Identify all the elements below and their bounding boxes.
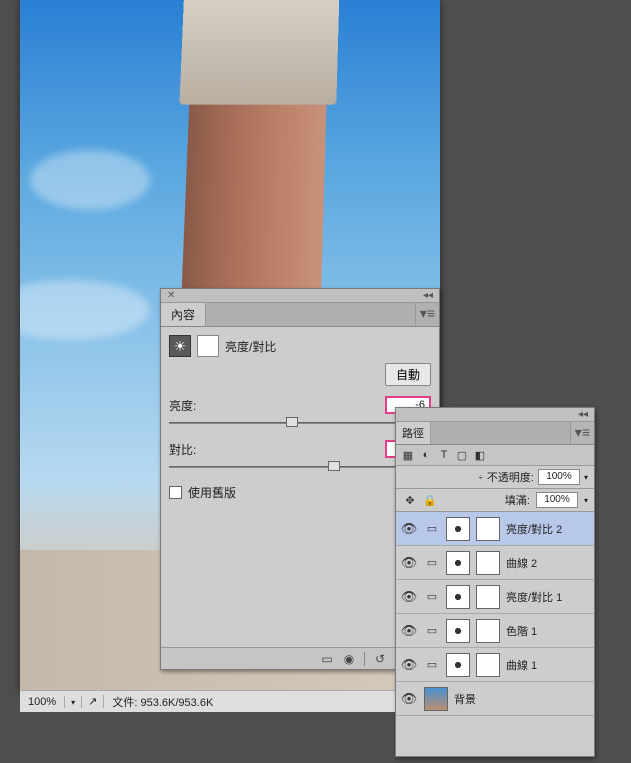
layer-name[interactable]: 曲線 2 — [506, 555, 590, 571]
footer-view-icon[interactable]: ◉ — [340, 651, 358, 667]
opacity-label: 不透明度: — [487, 469, 534, 485]
adjustment-thumb — [446, 517, 470, 541]
layers-panel: ◂◂ 路徑 ▾≡ ▦ ◐ T ▢ ◧ ÷ 不透明度: 100% ▾ ✥ 🔒 填滿… — [395, 407, 595, 757]
lock-move-icon[interactable]: ✥ — [402, 492, 418, 508]
layer-list: 👁 ▭ 亮度/對比 2 👁 ▭ 曲線 2 👁 ▭ 亮度/對比 1 👁 ▭ 色階 1 👁 ▭ 曲線 1 👁 背景 — [396, 512, 594, 716]
layer-item[interactable]: 👁 背景 — [396, 682, 594, 716]
adjustment-thumb — [446, 585, 470, 609]
brightness-label: 亮度: — [169, 397, 196, 414]
footer-reset-icon[interactable]: ↺ — [371, 651, 389, 667]
status-dropdown[interactable]: ▾ — [65, 696, 82, 708]
filter-smart-icon[interactable]: ◧ — [472, 447, 488, 463]
layer-thumb — [424, 687, 448, 711]
tab-properties[interactable]: 內容 — [161, 303, 206, 326]
layer-item[interactable]: 👁 ▭ 亮度/對比 2 — [396, 512, 594, 546]
panel-grip[interactable]: ✕◂◂ — [161, 289, 439, 303]
layer-item[interactable]: 👁 ▭ 曲線 2 — [396, 546, 594, 580]
visibility-toggle[interactable]: 👁 — [400, 622, 418, 640]
tab-paths[interactable]: 路徑 — [396, 422, 431, 444]
visibility-toggle[interactable]: 👁 — [400, 690, 418, 708]
fill-label: 填滿: — [505, 492, 530, 508]
visibility-toggle[interactable]: 👁 — [400, 554, 418, 572]
status-share-icon[interactable]: ↗ — [82, 695, 104, 708]
visibility-toggle[interactable]: 👁 — [400, 520, 418, 538]
layer-name[interactable]: 亮度/對比 2 — [506, 521, 590, 537]
layer-item[interactable]: 👁 ▭ 亮度/對比 1 — [396, 580, 594, 614]
filter-adjust-icon[interactable]: ◐ — [418, 447, 434, 463]
filter-text-icon[interactable]: T — [436, 447, 452, 463]
layer-name[interactable]: 曲線 1 — [506, 657, 590, 673]
zoom-level[interactable]: 100% — [20, 696, 65, 708]
lock-all-icon[interactable]: 🔒 — [422, 492, 438, 508]
mask-icon[interactable] — [197, 335, 219, 357]
legacy-checkbox[interactable] — [169, 486, 182, 499]
mask-thumb[interactable] — [476, 517, 500, 541]
layers-grip[interactable]: ◂◂ — [396, 408, 594, 422]
brightness-slider[interactable] — [169, 416, 431, 430]
layer-name[interactable]: 色階 1 — [506, 623, 590, 639]
layer-filter-toolbar: ▦ ◐ T ▢ ◧ — [396, 445, 594, 466]
mask-thumb[interactable] — [476, 551, 500, 575]
mask-thumb[interactable] — [476, 585, 500, 609]
link-icon: ▭ — [424, 521, 440, 537]
contrast-slider[interactable] — [169, 460, 431, 474]
footer-clip-icon[interactable]: ▭ — [318, 651, 336, 667]
tab-spacer — [206, 303, 416, 326]
file-size: 文件: 953.6K/953.6K — [104, 694, 221, 710]
layer-item[interactable]: 👁 ▭ 色階 1 — [396, 614, 594, 648]
adjustment-title: 亮度/對比 — [225, 338, 276, 355]
auto-button[interactable]: 自動 — [385, 363, 431, 386]
fill-value[interactable]: 100% — [536, 492, 578, 508]
panel-menu-icon[interactable]: ▾≡ — [416, 303, 439, 326]
layer-name[interactable]: 背景 — [454, 691, 590, 707]
link-icon: ▭ — [424, 657, 440, 673]
adjustment-thumb — [446, 619, 470, 643]
brightness-contrast-icon: ☀ — [169, 335, 191, 357]
layer-name[interactable]: 亮度/對比 1 — [506, 589, 590, 605]
opacity-value[interactable]: 100% — [538, 469, 580, 485]
link-icon: ▭ — [424, 589, 440, 605]
mask-thumb[interactable] — [476, 653, 500, 677]
mask-thumb[interactable] — [476, 619, 500, 643]
layers-menu-icon[interactable]: ▾≡ — [571, 422, 594, 444]
adjustment-thumb — [446, 653, 470, 677]
link-icon: ▭ — [424, 623, 440, 639]
visibility-toggle[interactable]: 👁 — [400, 656, 418, 674]
contrast-label: 對比: — [169, 441, 196, 458]
visibility-toggle[interactable]: 👁 — [400, 588, 418, 606]
filter-kind-icon[interactable]: ▦ — [400, 447, 416, 463]
link-icon: ▭ — [424, 555, 440, 571]
adjustment-thumb — [446, 551, 470, 575]
legacy-label: 使用舊版 — [188, 484, 236, 501]
layer-item[interactable]: 👁 ▭ 曲線 1 — [396, 648, 594, 682]
status-bar: 100% ▾ ↗ 文件: 953.6K/953.6K — [20, 690, 440, 712]
filter-shape-icon[interactable]: ▢ — [454, 447, 470, 463]
